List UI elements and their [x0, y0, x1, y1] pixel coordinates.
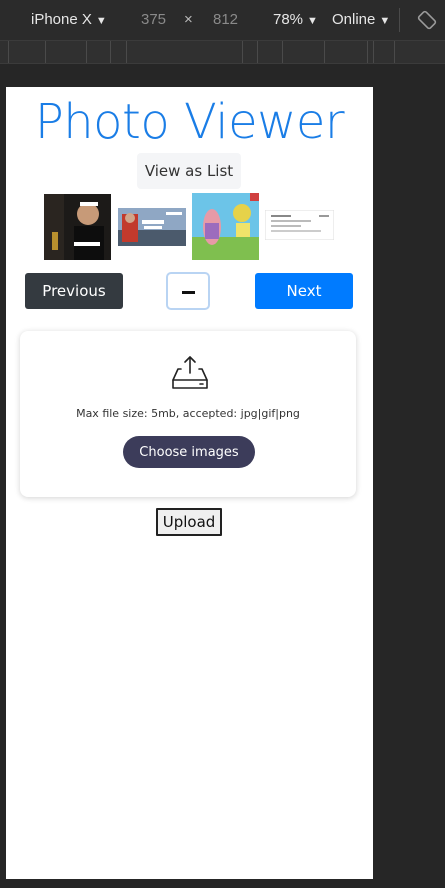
- devtools-ruler: [0, 40, 445, 64]
- rotate-icon[interactable]: [417, 10, 437, 30]
- thumbnail-2[interactable]: [118, 208, 186, 246]
- next-button[interactable]: Next: [255, 273, 353, 309]
- thumbnail-strip: [6, 192, 373, 262]
- upload-dropzone[interactable]: Max file size: 5mb, accepted: jpg|gif|pn…: [20, 331, 356, 497]
- choose-images-button[interactable]: Choose images: [123, 436, 255, 468]
- view-as-list-button[interactable]: View as List: [137, 153, 241, 189]
- network-select[interactable]: Online ▼: [332, 11, 390, 28]
- device-select[interactable]: iPhone X ▼: [31, 11, 107, 28]
- network-value: Online: [332, 11, 376, 28]
- devtools-device-toolbar: iPhone X ▼ 375 × 812 78% ▼ Online ▼: [0, 0, 445, 40]
- toolbar-divider: [399, 8, 400, 32]
- thumbnail-3[interactable]: [192, 193, 259, 260]
- page-viewport: Photo Viewer View as List Previous Next …: [6, 87, 373, 879]
- zoom-value: 78%: [273, 11, 304, 28]
- device-name: iPhone X: [31, 11, 92, 28]
- zoom-select[interactable]: 78% ▼: [273, 11, 318, 28]
- page-title: Photo Viewer: [34, 94, 345, 150]
- file-limits-text: Max file size: 5mb, accepted: jpg|gif|pn…: [76, 407, 300, 420]
- chevron-down-icon: ▼: [379, 15, 391, 27]
- previous-button[interactable]: Previous: [25, 273, 123, 309]
- thumbnail-1[interactable]: [44, 194, 111, 260]
- upload-tray-icon: [172, 356, 208, 389]
- chevron-down-icon: ▼: [95, 15, 107, 27]
- thumbnail-4[interactable]: [265, 210, 334, 240]
- upload-button[interactable]: Upload: [156, 508, 222, 536]
- width-input[interactable]: 375: [141, 11, 166, 28]
- chevron-down-icon: ▼: [307, 15, 318, 27]
- minus-icon: [182, 291, 195, 294]
- dimension-separator: ×: [184, 11, 193, 28]
- remove-button[interactable]: [166, 272, 210, 310]
- height-input[interactable]: 812: [213, 11, 238, 28]
